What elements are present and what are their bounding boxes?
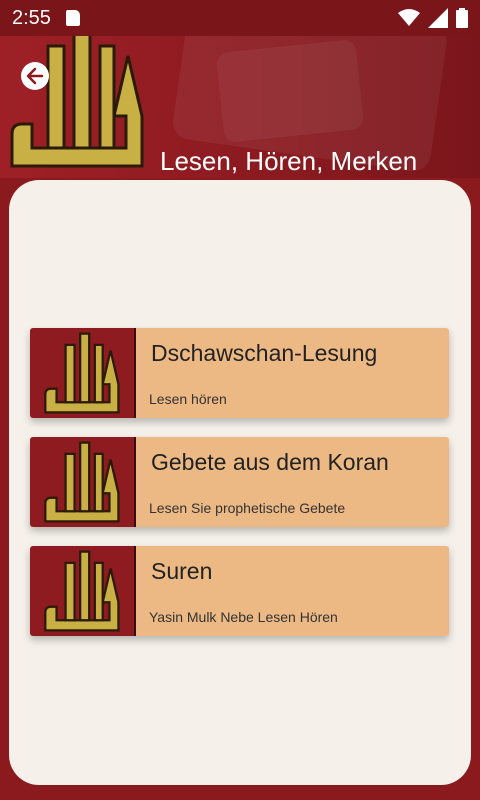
status-bar: 2:55 (0, 0, 480, 36)
card-title: Suren (151, 558, 213, 584)
card-gebete[interactable]: Gebete aus dem Koran Lesen Sie prophetis… (30, 437, 449, 527)
card-subtitle: Lesen hören (149, 391, 227, 407)
app-header: Lesen, Hören, Merken (0, 36, 480, 178)
card-thumbnail (30, 546, 136, 636)
calligraphy-logo-icon (44, 550, 120, 632)
card-dschawschan[interactable]: Dschawschan-Lesung Lesen hören (30, 328, 449, 418)
wifi-icon (398, 9, 420, 26)
card-title: Gebete aus dem Koran (151, 449, 389, 475)
calligraphy-logo-icon (44, 332, 120, 414)
card-thumbnail (30, 328, 136, 418)
cell-signal-icon (428, 8, 448, 28)
back-button[interactable] (21, 62, 49, 90)
arrow-left-icon (26, 67, 44, 85)
header-background-decoration-2 (215, 38, 365, 144)
card-title: Dschawschan-Lesung (151, 340, 378, 366)
status-icons (398, 8, 468, 28)
sd-card-icon (66, 10, 80, 26)
battery-icon (456, 8, 468, 28)
calligraphy-logo-icon (44, 441, 120, 523)
card-subtitle: Yasin Mulk Nebe Lesen Hören (149, 609, 338, 625)
card-subtitle: Lesen Sie prophetische Gebete (149, 500, 346, 516)
card-thumbnail (30, 437, 136, 527)
status-time: 2:55 (12, 7, 51, 29)
card-suren[interactable]: Suren Yasin Mulk Nebe Lesen Hören (30, 546, 449, 636)
page-title: Lesen, Hören, Merken (160, 146, 418, 176)
calligraphy-logo-icon (10, 36, 144, 168)
content-panel: Dschawschan-Lesung Lesen hören Gebete au… (9, 180, 471, 785)
